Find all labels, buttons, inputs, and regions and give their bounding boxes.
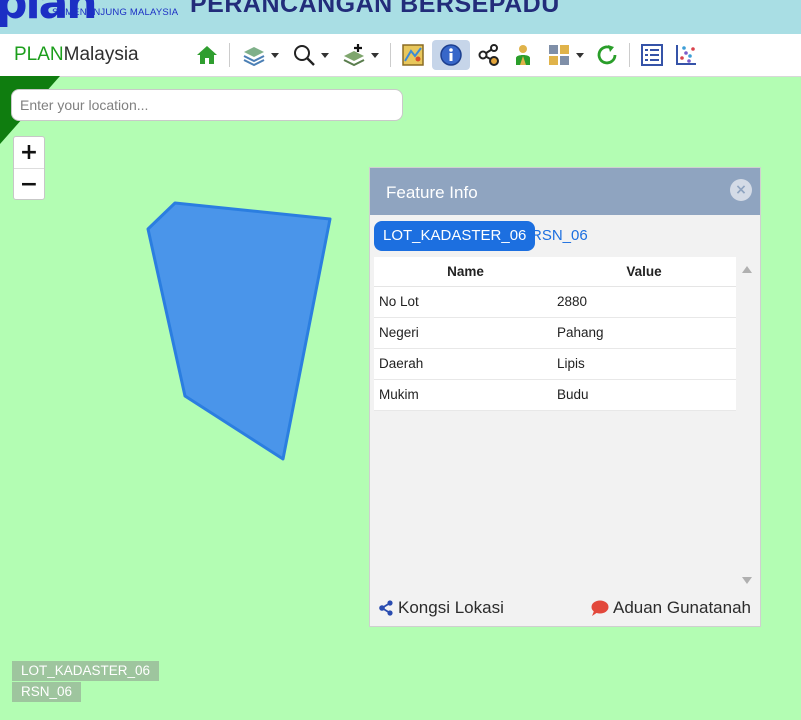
land-lot-polygon[interactable] bbox=[146, 201, 332, 461]
scroll-up-icon[interactable] bbox=[742, 266, 752, 273]
panel-title: Feature Info bbox=[386, 183, 478, 202]
land-use-report-link[interactable]: Aduan Gunatanah bbox=[591, 598, 751, 618]
panel-footer: Kongsi Lokasi Aduan Gunatanah bbox=[370, 598, 760, 622]
tab-rsn[interactable]: RSN_06 bbox=[531, 221, 588, 251]
cell-value: 2880 bbox=[557, 294, 588, 309]
cell-value: Lipis bbox=[557, 356, 585, 371]
cell-name: Negeri bbox=[379, 325, 419, 340]
share-label: Kongsi Lokasi bbox=[398, 598, 504, 617]
legend-item: RSN_06 bbox=[12, 682, 82, 702]
comment-icon bbox=[591, 600, 609, 616]
cell-name: Mukim bbox=[379, 387, 419, 402]
cell-name: No Lot bbox=[379, 294, 419, 309]
table-row: Negeri Pahang bbox=[374, 318, 736, 349]
report-label: Aduan Gunatanah bbox=[612, 598, 751, 617]
close-icon[interactable]: × bbox=[730, 179, 752, 201]
tab-lot-kadaster[interactable]: LOT_KADASTER_06 bbox=[374, 221, 536, 251]
legend-item: LOT_KADASTER_06 bbox=[12, 661, 160, 681]
scroll-down-icon[interactable] bbox=[742, 577, 752, 584]
cell-value: Budu bbox=[557, 387, 589, 402]
panel-header: Feature Info × bbox=[370, 168, 760, 215]
feature-info-panel: Feature Info × LOT_KADASTER_06 RSN_06 Na… bbox=[369, 167, 761, 627]
column-header-value: Value bbox=[626, 264, 662, 279]
cell-value: Pahang bbox=[557, 325, 604, 340]
attribute-table: Name Value No Lot 2880 Negeri Pahang Dae… bbox=[374, 257, 736, 577]
cell-name: Daerah bbox=[379, 356, 424, 371]
table-row: Mukim Budu bbox=[374, 380, 736, 411]
table-row: Daerah Lipis bbox=[374, 349, 736, 380]
column-header-name: Name bbox=[447, 264, 484, 279]
table-row: No Lot 2880 bbox=[374, 287, 736, 318]
share-icon bbox=[379, 600, 393, 616]
share-location-link[interactable]: Kongsi Lokasi bbox=[378, 598, 504, 618]
layer-legend: LOT_KADASTER_06 RSN_06 bbox=[12, 661, 160, 702]
table-header: Name Value bbox=[374, 257, 736, 287]
